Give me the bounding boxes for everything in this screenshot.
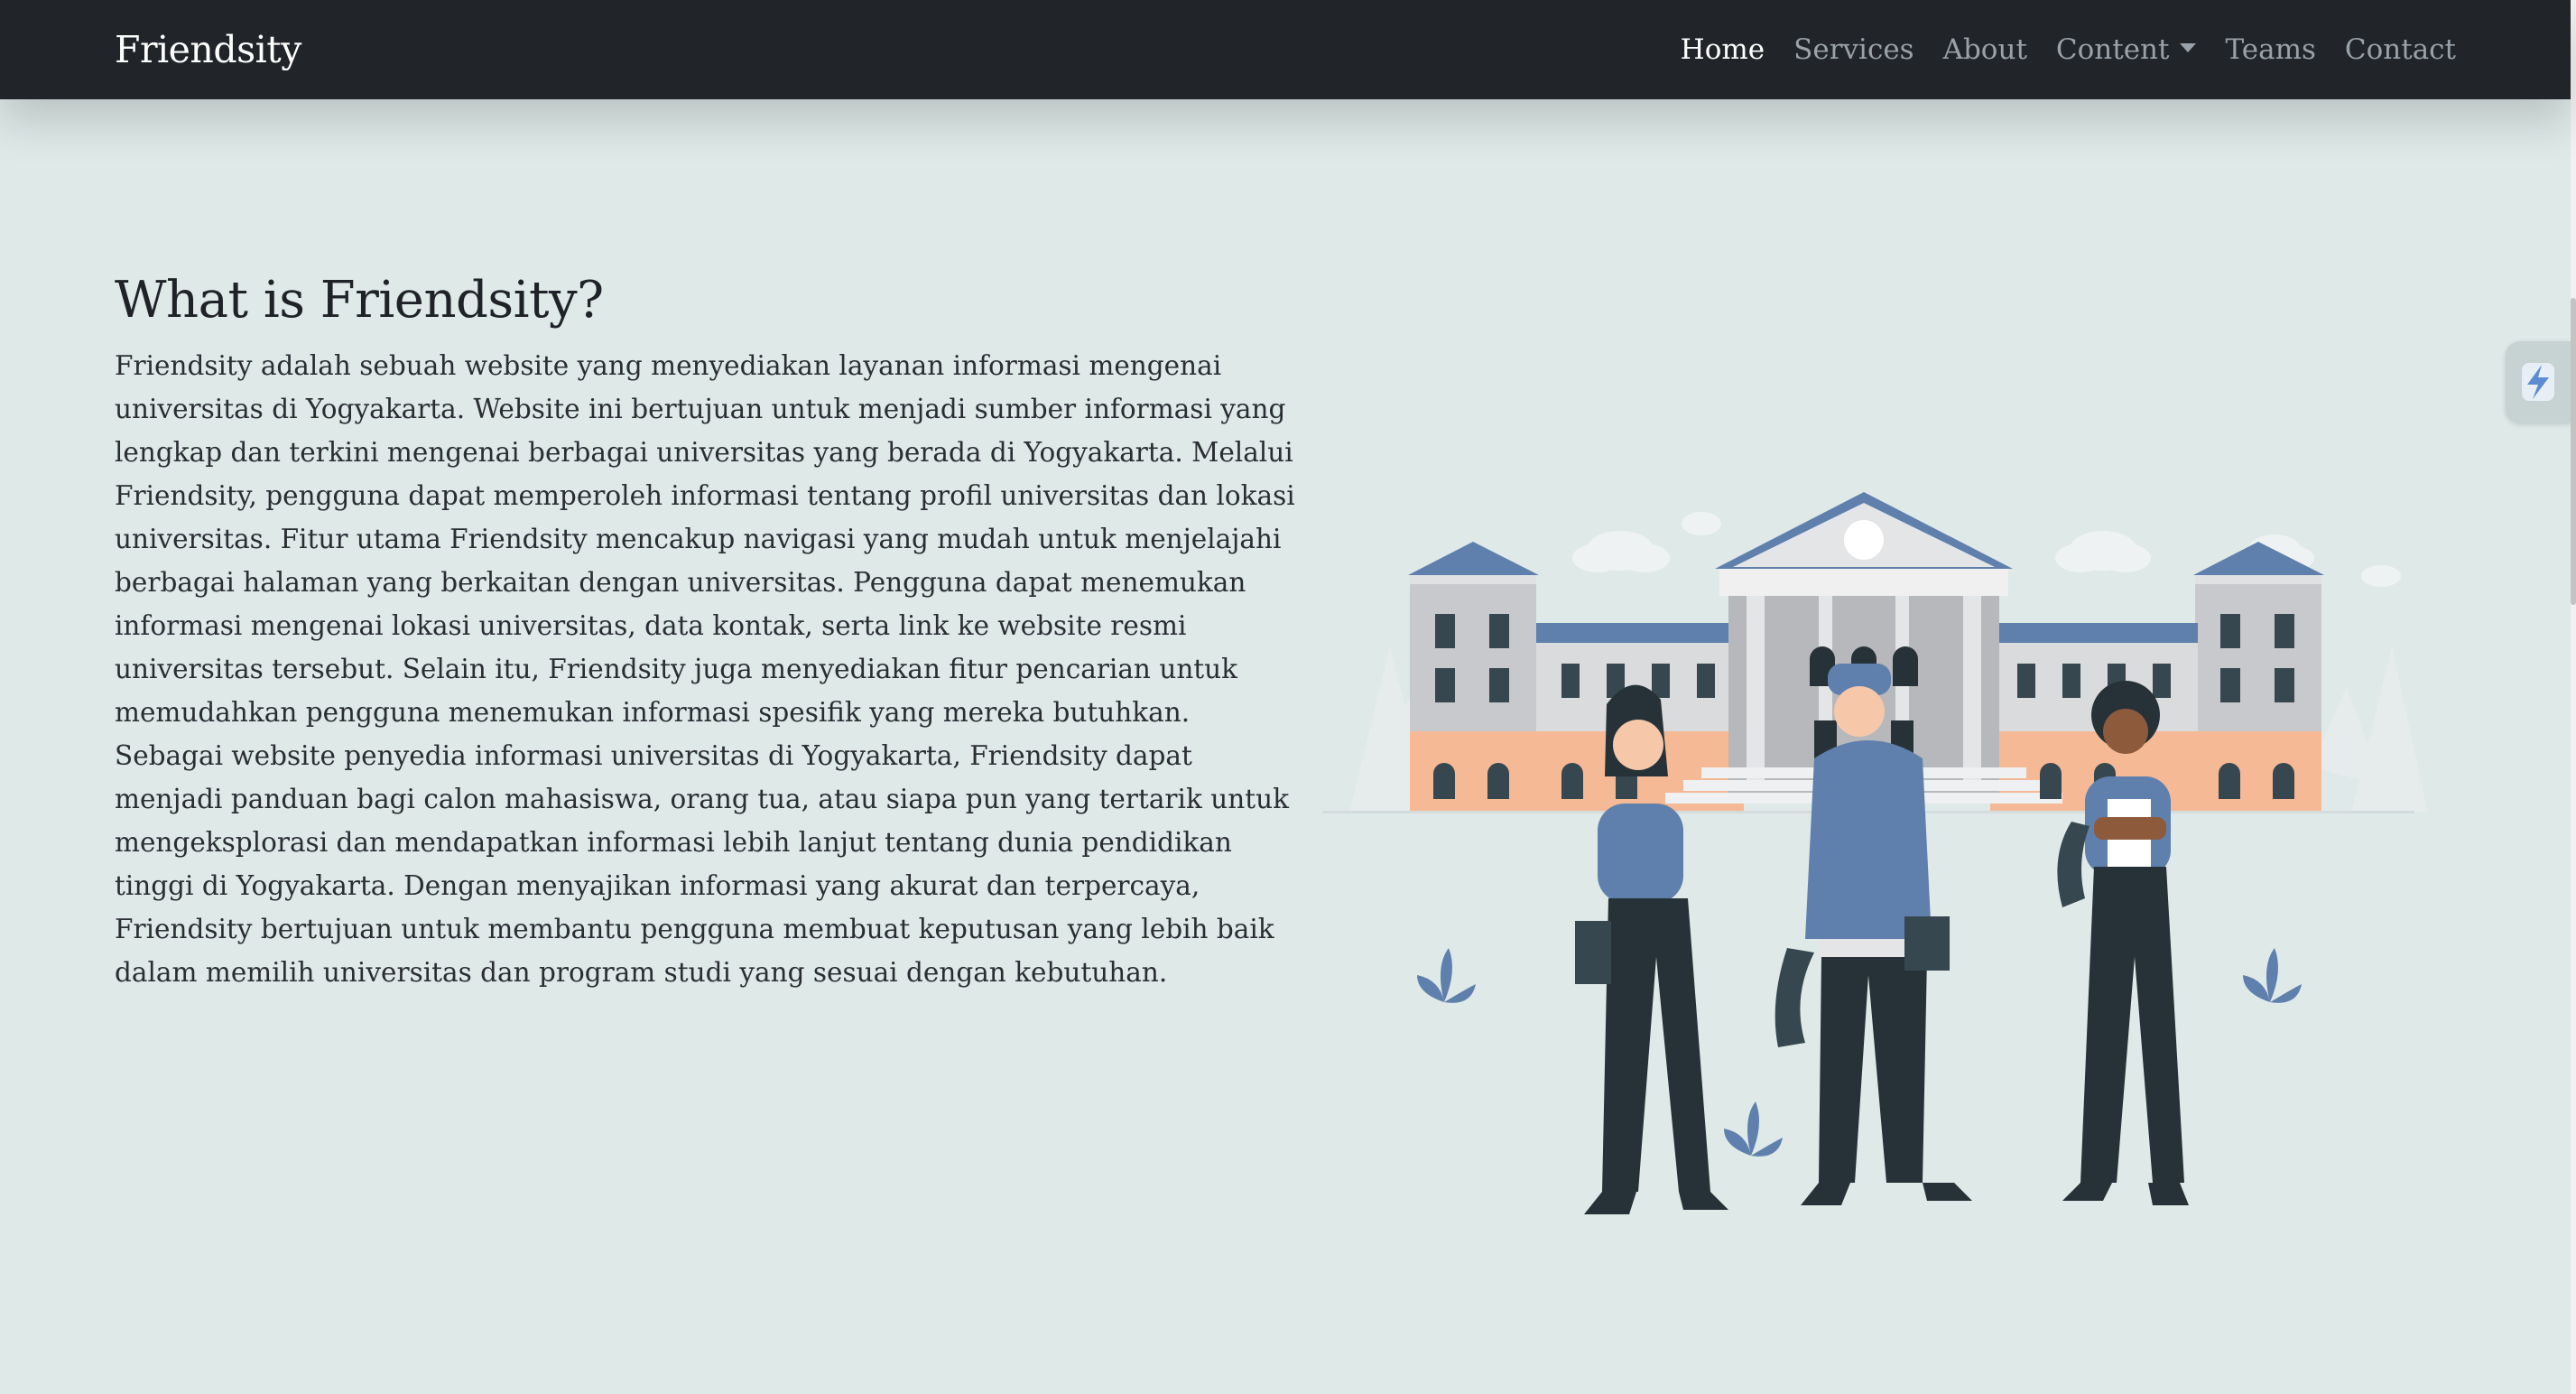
section-description: Friendsity adalah sebuah website yang me… <box>115 350 1295 988</box>
nav-link-contact[interactable]: Contact <box>2345 33 2456 66</box>
side-widget-button[interactable] <box>2506 341 2571 423</box>
scrollbar-thumb[interactable] <box>2571 298 2576 605</box>
nav-link-services[interactable]: Services <box>1793 33 1913 66</box>
caret-down-icon <box>2180 43 2197 52</box>
extension-lightning-icon <box>2522 363 2554 401</box>
top-navbar: Friendsity Home Services About Content T… <box>0 0 2571 99</box>
nav-links: Home Services About Content Teams Contac… <box>1681 33 2456 66</box>
vertical-scrollbar[interactable] <box>2571 0 2576 1394</box>
nav-link-teams[interactable]: Teams <box>2225 33 2315 66</box>
nav-link-home[interactable]: Home <box>1681 33 1765 66</box>
nav-link-about[interactable]: About <box>1943 33 2027 66</box>
nav-link-content-label: Content <box>2055 33 2170 66</box>
section-title: What is Friendsity? <box>115 271 604 330</box>
campus-students-illustration <box>1322 492 2428 1214</box>
nav-link-content-dropdown[interactable]: Content <box>2056 33 2197 66</box>
about-section: What is Friendsity? Friendsity adalah se… <box>115 271 1302 994</box>
brand-logo[interactable]: Friendsity <box>115 28 301 71</box>
